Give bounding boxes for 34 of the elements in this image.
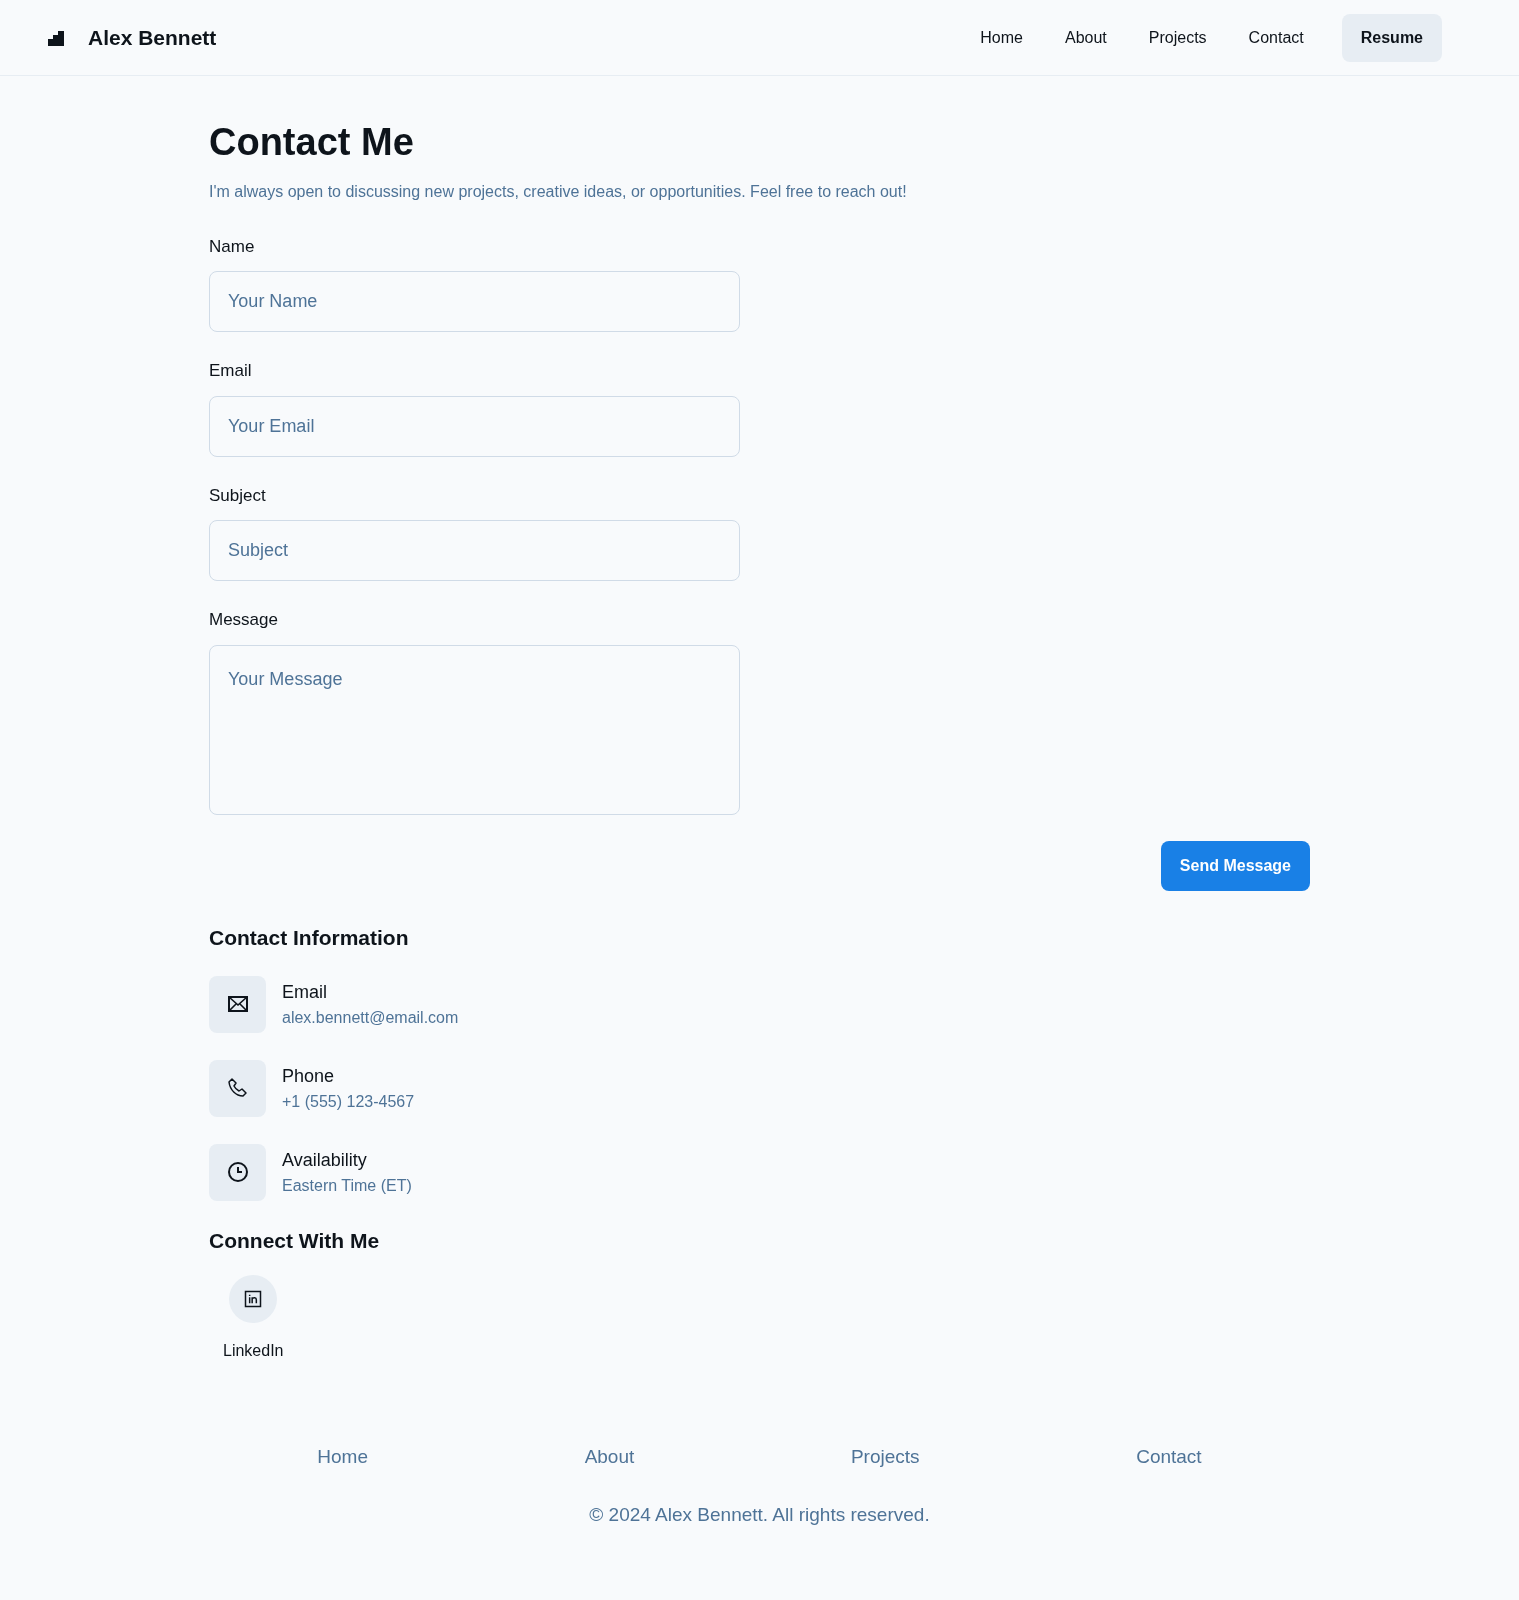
input-field[interactable]: Your Email: [209, 395, 740, 457]
info-label: Availability: [282, 1148, 368, 1172]
message-field[interactable]: Your Message: [209, 644, 740, 815]
field-label: Message: [209, 609, 279, 632]
info-value: alex.bennett@email.com: [282, 1007, 459, 1028]
section-heading: Connect With Me: [209, 1227, 381, 1253]
nav-link[interactable]: Projects: [1148, 17, 1207, 58]
social-label: LinkedIn: [223, 1340, 284, 1361]
footer-link[interactable]: About: [584, 1442, 635, 1472]
field-label: Name: [209, 235, 256, 258]
info-label: Phone: [282, 1064, 336, 1088]
copyright-text: © 2024 Alex Bennett. All rights reserved.: [589, 1504, 930, 1526]
footer-link[interactable]: Projects: [850, 1442, 920, 1472]
footer-link[interactable]: Home: [317, 1442, 368, 1472]
input-field[interactable]: Your Name: [209, 271, 740, 333]
input-field[interactable]: Subject: [209, 520, 740, 582]
logo-icon: [48, 29, 64, 46]
nav-link[interactable]: Home: [980, 17, 1023, 58]
send-button[interactable]: Send Message: [1160, 840, 1310, 891]
info-label: Email: [282, 980, 328, 1004]
clock-icon: [225, 1160, 250, 1185]
footer-link[interactable]: Contact: [1136, 1442, 1202, 1472]
info-value: +1 (555) 123-4567: [282, 1091, 415, 1112]
brand-name: Alex Bennett: [88, 24, 217, 51]
intro-text: I'm always open to discussing new projects, creative ideas, or opportunities. Feel free to reach out!: [209, 181, 908, 202]
linkedin-icon: [243, 1288, 264, 1309]
nav-link[interactable]: Contact: [1248, 17, 1304, 58]
section-heading: Contact Information: [209, 924, 410, 950]
field-label: Email: [209, 360, 253, 383]
page-title: Contact Me: [209, 120, 415, 165]
field-label: Subject: [209, 484, 267, 507]
resume-button[interactable]: Resume: [1341, 13, 1442, 62]
info-value: Eastern Time (ET): [282, 1175, 412, 1196]
nav-link[interactable]: About: [1065, 17, 1107, 58]
